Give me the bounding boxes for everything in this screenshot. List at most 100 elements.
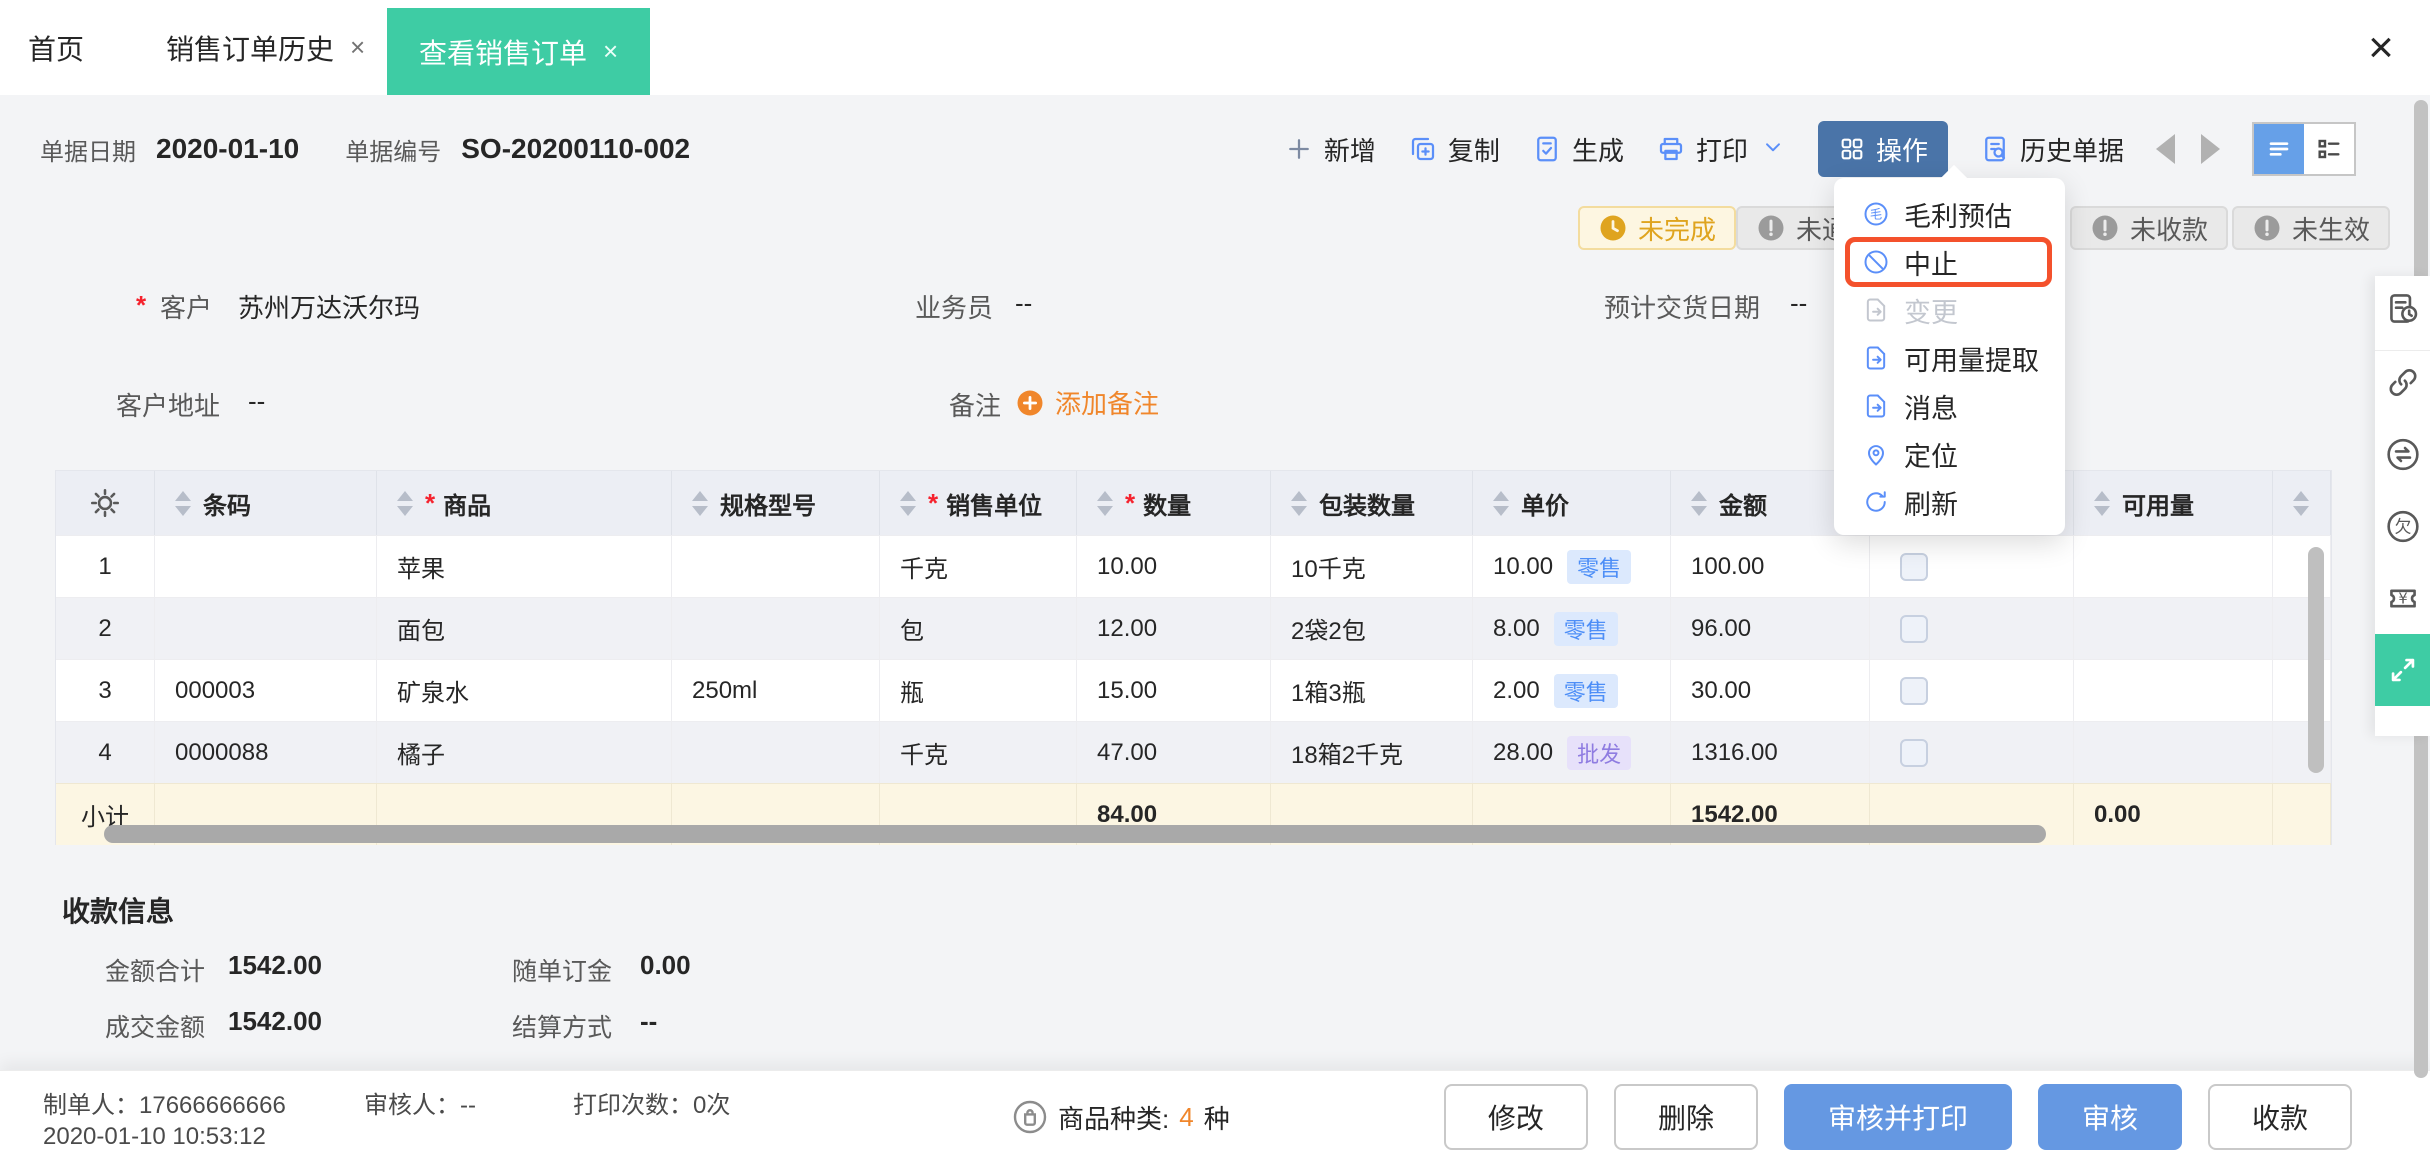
transfer-icon[interactable] xyxy=(2384,436,2421,473)
expand-panel-button[interactable] xyxy=(2375,634,2430,706)
next-record-icon[interactable] xyxy=(2201,134,2220,164)
tab-label: 查看销售订单 xyxy=(419,37,588,69)
sort-icon[interactable] xyxy=(397,490,413,516)
amount-total-value: 1542.00 xyxy=(228,950,322,980)
deal-amount-value: 1542.00 xyxy=(228,1006,322,1036)
sort-icon[interactable] xyxy=(900,490,916,516)
column-header-barcode[interactable]: 条码 xyxy=(155,471,377,535)
customer-value[interactable]: 苏州万达沃尔玛 xyxy=(238,288,420,325)
profit-icon: 毛 xyxy=(1864,202,1888,226)
svg-text:欠: 欠 xyxy=(2394,517,2411,537)
print-button[interactable]: 打印 xyxy=(1656,131,1748,168)
link-icon[interactable] xyxy=(2384,364,2421,401)
print-group: 打印 xyxy=(1656,131,1786,168)
clock-icon xyxy=(1600,215,1626,241)
row-checkbox[interactable] xyxy=(1900,676,1928,705)
table-vertical-scrollbar[interactable] xyxy=(2308,547,2324,773)
payment-section-title: 收款信息 xyxy=(62,896,175,927)
menu-item-message[interactable]: 消息 xyxy=(1834,382,2065,430)
row-checkbox[interactable] xyxy=(1900,552,1928,581)
doc-no-value: SO-20200110-002 xyxy=(461,133,691,164)
receive-payment-button[interactable]: 收款 xyxy=(2207,1084,2352,1150)
table-row[interactable]: 3 000003 矿泉水 250ml 瓶 15.00 1箱3瓶 2.00 零售 3… xyxy=(56,659,2331,721)
menu-item-abort[interactable]: 中止 xyxy=(1834,238,2065,286)
menu-item-profit-estimate[interactable]: 毛 毛利预估 xyxy=(1834,190,2065,238)
column-header-unit[interactable]: * 销售单位 xyxy=(880,471,1077,535)
sidebar-divider xyxy=(2375,350,2430,351)
cell-amount: 96.00 xyxy=(1671,597,1870,659)
pin-icon xyxy=(1868,445,1884,466)
price-type-tag[interactable]: 零售 xyxy=(1567,549,1632,584)
table-row[interactable]: 4 0000088 橘子 千克 47.00 18箱2千克 28.00 批发 131… xyxy=(56,721,2331,783)
sort-icon[interactable] xyxy=(2293,490,2309,516)
row-seq: 2 xyxy=(56,597,155,659)
sort-icon[interactable] xyxy=(1097,490,1113,516)
close-tab-icon[interactable]: × xyxy=(603,36,618,67)
doc-clock-icon[interactable] xyxy=(2384,290,2421,327)
tab-home[interactable]: 首页 xyxy=(28,0,84,95)
money-ticket-icon[interactable]: ¥ xyxy=(2384,580,2421,617)
modify-button[interactable]: 修改 xyxy=(1443,1084,1588,1150)
table-row[interactable]: 1 苹果 千克 10.00 10千克 10.00 零售 100.00 xyxy=(56,535,2331,597)
maker-info: 制单人：17666666666 xyxy=(43,1092,286,1119)
column-header-product[interactable]: * 商品 xyxy=(377,471,672,535)
price-type-tag[interactable]: 批发 xyxy=(1567,735,1632,770)
gear-icon xyxy=(90,488,120,518)
price-type-tag[interactable]: 零售 xyxy=(1553,673,1618,708)
column-header-spec[interactable]: 规格型号 xyxy=(672,471,880,535)
copy-button[interactable]: 复制 xyxy=(1408,131,1500,168)
list-view-button[interactable] xyxy=(2254,124,2304,174)
table-row[interactable]: 2 面包 包 12.00 2袋2包 8.00 零售 96.00 xyxy=(56,597,2331,659)
close-window-icon[interactable]: × xyxy=(2346,0,2416,95)
sort-icon[interactable] xyxy=(2094,490,2110,516)
price-type-tag[interactable]: 零售 xyxy=(1553,611,1618,646)
sort-icon[interactable] xyxy=(1291,490,1307,516)
grid-icon xyxy=(1841,138,1863,160)
horizontal-scrollbar[interactable] xyxy=(104,825,2046,843)
owe-icon[interactable]: 欠 xyxy=(2384,508,2421,545)
audit-button[interactable]: 审核 xyxy=(2037,1084,2182,1150)
column-header-extra[interactable] xyxy=(2273,471,2331,535)
cell-available xyxy=(2074,535,2273,597)
add-remark-button[interactable]: 添加备注 xyxy=(1015,384,1159,421)
chevron-down-icon[interactable] xyxy=(1760,134,1786,165)
add-button[interactable]: 新增 xyxy=(1284,131,1376,168)
column-header-pack-qty[interactable]: 包装数量 xyxy=(1271,471,1473,535)
column-header-price[interactable]: 单价 xyxy=(1473,471,1671,535)
generate-button[interactable]: 生成 xyxy=(1532,131,1624,168)
detail-view-button[interactable] xyxy=(2304,124,2354,174)
sort-icon[interactable] xyxy=(1691,490,1707,516)
prev-record-icon[interactable] xyxy=(2156,134,2175,164)
svg-text:毛: 毛 xyxy=(1870,207,1882,221)
tab-sales-order-history[interactable]: 销售订单历史 × xyxy=(166,0,365,95)
sales-order-view: 首页 销售订单历史 × 查看销售订单 × × 单据日期 2020-01-10 单… xyxy=(0,0,2430,1162)
svg-text:¥: ¥ xyxy=(2398,591,2407,608)
customer-label: 客户 xyxy=(160,293,213,323)
close-tab-icon[interactable]: × xyxy=(350,32,365,63)
menu-item-available-extract[interactable]: 可用量提取 xyxy=(1834,334,2065,382)
action-button[interactable]: 操作 xyxy=(1817,121,1948,177)
history-docs-button[interactable]: 历史单据 xyxy=(1980,131,2124,168)
row-checkbox[interactable] xyxy=(1900,738,1928,767)
row-checkbox[interactable] xyxy=(1900,614,1928,643)
delete-button[interactable]: 删除 xyxy=(1613,1084,1758,1150)
doc-no-label: 单据编号 xyxy=(345,138,442,166)
menu-item-locate[interactable]: 定位 xyxy=(1834,430,2065,478)
column-header-available[interactable]: 可用量 xyxy=(2074,471,2273,535)
cell-unit: 瓶 xyxy=(880,659,1077,721)
copy-icon xyxy=(1411,137,1435,161)
amount-total-label: 金额合计 xyxy=(105,958,206,986)
status-badge-not-effective: 未生效 xyxy=(2232,206,2391,250)
deal-amount-label: 成交金额 xyxy=(105,1014,206,1042)
doc-arrow-icon xyxy=(1866,394,1886,418)
audit-and-print-button[interactable]: 审核并打印 xyxy=(1783,1084,2012,1150)
sort-icon[interactable] xyxy=(175,490,191,516)
menu-item-refresh[interactable]: 刷新 xyxy=(1834,478,2065,526)
sort-icon[interactable] xyxy=(692,490,708,516)
column-header-qty[interactable]: * 数量 xyxy=(1077,471,1271,535)
column-settings-button[interactable] xyxy=(56,471,155,535)
tab-view-sales-order[interactable]: 查看销售订单 × xyxy=(387,8,651,95)
sort-icon[interactable] xyxy=(1493,490,1509,516)
address-label: 客户地址 xyxy=(116,391,221,421)
doc-search-icon xyxy=(1985,136,2006,162)
